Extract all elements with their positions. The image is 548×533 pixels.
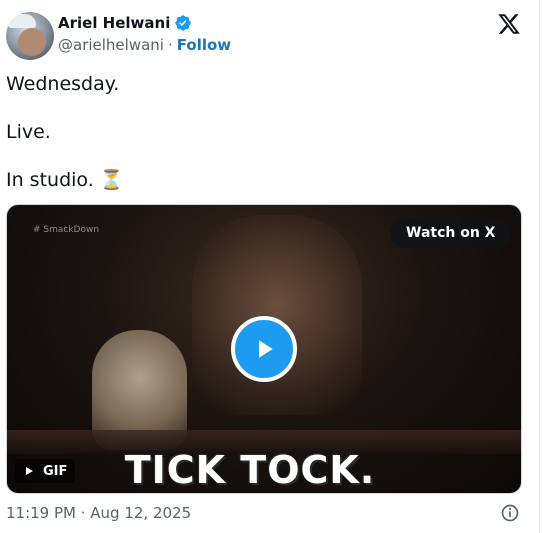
tweet-line: In studio. ⏳ <box>6 169 124 191</box>
avatar-cap <box>8 14 36 28</box>
avatar[interactable] <box>6 12 54 60</box>
handle-separator: · <box>167 36 173 54</box>
author-name-row: Ariel Helwani <box>58 14 192 32</box>
tweet-line: Live. <box>6 121 51 143</box>
gif-caption: TICK TOCK. <box>124 448 376 492</box>
x-logo-icon[interactable] <box>497 12 521 36</box>
info-icon[interactable] <box>500 503 520 523</box>
tweet-text: Wednesday. Live. In studio. ⏳ <box>6 72 123 216</box>
tweet-timestamp[interactable]: 11:19 PM · Aug 12, 2025 <box>6 504 191 522</box>
gif-media[interactable]: # SmackDown Watch on X GIF TICK TOCK. <box>6 204 522 494</box>
author-handle[interactable]: @arielhelwani <box>58 36 164 54</box>
tweet-line: Wednesday. <box>6 73 120 95</box>
watch-on-x-button[interactable]: Watch on X <box>390 218 512 248</box>
verified-badge-icon <box>174 14 192 32</box>
follow-button[interactable]: Follow <box>177 36 231 54</box>
tweet-embed: Ariel Helwani @arielhelwani · Follow Wed… <box>0 0 540 533</box>
author-handle-row: @arielhelwani · Follow <box>58 36 231 54</box>
avatar-face <box>18 28 46 56</box>
play-button[interactable] <box>231 316 297 382</box>
author-name[interactable]: Ariel Helwani <box>58 14 170 32</box>
foreground-person <box>192 215 362 415</box>
watermark: # SmackDown <box>33 225 100 235</box>
play-icon <box>259 340 273 358</box>
